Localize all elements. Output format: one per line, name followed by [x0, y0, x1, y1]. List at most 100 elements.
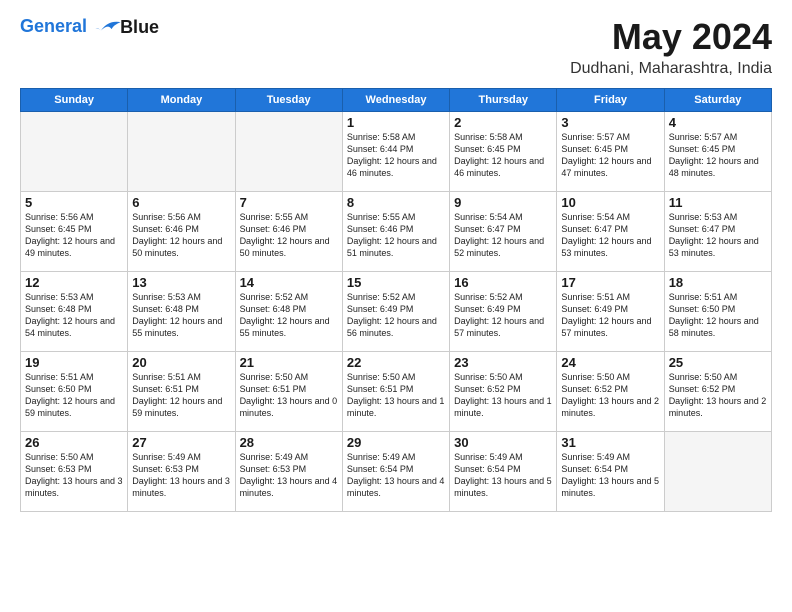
- daylight-text: Daylight: 12 hours and 51 minutes.: [347, 236, 437, 258]
- date-number: 10: [561, 195, 659, 210]
- date-number: 17: [561, 275, 659, 290]
- cell-info: Sunrise: 5:55 AMSunset: 6:46 PMDaylight:…: [347, 211, 445, 260]
- calendar-cell: 30Sunrise: 5:49 AMSunset: 6:54 PMDayligh…: [450, 432, 557, 512]
- daylight-text: Daylight: 12 hours and 56 minutes.: [347, 316, 437, 338]
- calendar-cell: [664, 432, 771, 512]
- sunset-text: Sunset: 6:52 PM: [561, 384, 628, 394]
- cell-info: Sunrise: 5:56 AMSunset: 6:46 PMDaylight:…: [132, 211, 230, 260]
- sunrise-text: Sunrise: 5:52 AM: [454, 292, 523, 302]
- sunrise-text: Sunrise: 5:49 AM: [561, 452, 630, 462]
- daylight-text: Daylight: 13 hours and 2 minutes.: [669, 396, 767, 418]
- daylight-text: Daylight: 13 hours and 3 minutes.: [25, 476, 123, 498]
- sunrise-text: Sunrise: 5:49 AM: [347, 452, 416, 462]
- sunset-text: Sunset: 6:46 PM: [347, 224, 414, 234]
- sunrise-text: Sunrise: 5:51 AM: [25, 372, 94, 382]
- cell-info: Sunrise: 5:57 AM Sunset: 6:45 PM Daylight:…: [561, 131, 659, 180]
- calendar-cell: 1Sunrise: 5:58 AMSunset: 6:44 PMDaylight…: [342, 112, 449, 192]
- date-number: 8: [347, 195, 445, 210]
- sunrise-text: Sunrise: 5:56 AM: [132, 212, 201, 222]
- cell-info: Sunrise: 5:54 AMSunset: 6:47 PMDaylight:…: [454, 211, 552, 260]
- date-number: 12: [25, 275, 123, 290]
- calendar-cell: 22Sunrise: 5:50 AMSunset: 6:51 PMDayligh…: [342, 352, 449, 432]
- calendar-cell: 26Sunrise: 5:50 AMSunset: 6:53 PMDayligh…: [21, 432, 128, 512]
- daylight-text: Daylight: 12 hours and 50 minutes.: [132, 236, 222, 258]
- calendar-cell: 17 Sunrise: 5:51 AM Sunset: 6:49 PM Dayligh…: [557, 272, 664, 352]
- calendar-cell: 4Sunrise: 5:57 AMSunset: 6:45 PMDaylight…: [664, 112, 771, 192]
- daylight-text: Daylight: 12 hours and 57 minutes.: [454, 316, 544, 338]
- date-number: 7: [240, 195, 338, 210]
- calendar-body: 1Sunrise: 5:58 AMSunset: 6:44 PMDaylight…: [21, 112, 772, 512]
- sunrise-text: Sunrise: 5:56 AM: [25, 212, 94, 222]
- sunset-text: Sunset: 6:54 PM: [561, 464, 628, 474]
- cell-info: Sunrise: 5:55 AMSunset: 6:46 PMDaylight:…: [240, 211, 338, 260]
- date-number: 18: [669, 275, 767, 290]
- date-number: 23: [454, 355, 552, 370]
- calendar-table: SundayMondayTuesdayWednesdayThursdayFrid…: [20, 88, 772, 512]
- sunrise-text: Sunrise: 5:55 AM: [240, 212, 309, 222]
- date-number: 28: [240, 435, 338, 450]
- daylight-text: Daylight: 12 hours and 59 minutes.: [25, 396, 115, 418]
- cell-info: Sunrise: 5:52 AMSunset: 6:49 PMDaylight:…: [347, 291, 445, 340]
- cell-info: Sunrise: 5:50 AMSunset: 6:53 PMDaylight:…: [25, 451, 123, 500]
- calendar-page: General Blue May 2024 Dudhani, Maharasht…: [0, 0, 792, 612]
- cell-info: Sunrise: 5:50 AMSunset: 6:52 PMDaylight:…: [454, 371, 552, 420]
- daylight-text: Daylight: 12 hours and 48 minutes.: [669, 156, 759, 178]
- daylight-text: Daylight: 13 hours and 1 minute.: [347, 396, 445, 418]
- sunrise-text: Sunrise: 5:57 AM: [561, 132, 630, 142]
- sunrise-text: Sunrise: 5:52 AM: [347, 292, 416, 302]
- date-number: 15: [347, 275, 445, 290]
- daylight-text: Daylight: 12 hours and 46 minutes.: [347, 156, 437, 178]
- calendar-cell: 27Sunrise: 5:49 AMSunset: 6:53 PMDayligh…: [128, 432, 235, 512]
- day-header-monday: Monday: [128, 89, 235, 112]
- sunset-text: Sunset: 6:49 PM: [454, 304, 521, 314]
- date-number: 5: [25, 195, 123, 210]
- sunrise-text: Sunrise: 5:53 AM: [669, 212, 738, 222]
- sunset-text: Sunset: 6:48 PM: [132, 304, 199, 314]
- sunrise-text: Sunrise: 5:51 AM: [561, 292, 630, 302]
- calendar-cell: 15Sunrise: 5:52 AMSunset: 6:49 PMDayligh…: [342, 272, 449, 352]
- week-row-2: 5Sunrise: 5:56 AMSunset: 6:45 PMDaylight…: [21, 192, 772, 272]
- sunset-text: Sunset: 6:49 PM: [561, 304, 628, 314]
- daylight-text: Daylight: 13 hours and 5 minutes.: [454, 476, 552, 498]
- main-title: May 2024: [570, 16, 772, 58]
- logo-bird-icon: [94, 16, 122, 38]
- sunset-text: Sunset: 6:51 PM: [132, 384, 199, 394]
- calendar-cell: 6Sunrise: 5:56 AMSunset: 6:46 PMDaylight…: [128, 192, 235, 272]
- calendar-cell: 2Sunrise: 5:58 AMSunset: 6:45 PMDaylight…: [450, 112, 557, 192]
- sunrise-text: Sunrise: 5:49 AM: [454, 452, 523, 462]
- sunrise-text: Sunrise: 5:51 AM: [669, 292, 738, 302]
- cell-info: Sunrise: 5:50 AMSunset: 6:51 PMDaylight:…: [347, 371, 445, 420]
- sunset-text: Sunset: 6:52 PM: [669, 384, 736, 394]
- sunrise-text: Sunrise: 5:50 AM: [347, 372, 416, 382]
- date-number: 6: [132, 195, 230, 210]
- calendar-cell: 3Sunrise: 5:57 AMSunset: 6:45 PMDaylight…: [557, 112, 664, 192]
- daylight-text: Daylight: 12 hours and 47 minutes.: [561, 156, 651, 178]
- cell-info: Sunrise: 5:50 AMSunset: 6:52 PMDaylight:…: [561, 371, 659, 420]
- sunset-text: Sunset: 6:53 PM: [240, 464, 307, 474]
- calendar-cell: 5Sunrise: 5:56 AMSunset: 6:45 PMDaylight…: [21, 192, 128, 272]
- cell-info: Sunrise: 5:53 AMSunset: 6:48 PMDaylight:…: [132, 291, 230, 340]
- daylight-text: Daylight: 12 hours and 49 minutes.: [25, 236, 115, 258]
- sunset-text: Sunset: 6:54 PM: [347, 464, 414, 474]
- date-number: 11: [669, 195, 767, 210]
- day-header-thursday: Thursday: [450, 89, 557, 112]
- calendar-cell: 12Sunrise: 5:53 AMSunset: 6:48 PMDayligh…: [21, 272, 128, 352]
- sunrise-text: Sunrise: 5:58 AM: [347, 132, 416, 142]
- sunset-text: Sunset: 6:51 PM: [240, 384, 307, 394]
- sunset-text: Sunset: 6:52 PM: [454, 384, 521, 394]
- daylight-text: Daylight: 12 hours and 57 minutes.: [561, 316, 651, 338]
- date-number: 26: [25, 435, 123, 450]
- daylight-text: Daylight: 12 hours and 46 minutes.: [454, 156, 544, 178]
- daylight-text: Daylight: 12 hours and 53 minutes.: [669, 236, 759, 258]
- calendar-cell: 14Sunrise: 5:52 AMSunset: 6:48 PMDayligh…: [235, 272, 342, 352]
- sunset-text: Sunset: 6:45 PM: [669, 144, 736, 154]
- sunrise-text: Sunrise: 5:50 AM: [454, 372, 523, 382]
- sunset-text: Sunset: 6:45 PM: [561, 144, 628, 154]
- daylight-text: Daylight: 12 hours and 55 minutes.: [240, 316, 330, 338]
- sunrise-text: Sunrise: 5:50 AM: [25, 452, 94, 462]
- sunrise-text: Sunrise: 5:54 AM: [561, 212, 630, 222]
- week-row-4: 19Sunrise: 5:51 AMSunset: 6:50 PMDayligh…: [21, 352, 772, 432]
- date-number: 27: [132, 435, 230, 450]
- calendar-cell: 11Sunrise: 5:53 AMSunset: 6:47 PMDayligh…: [664, 192, 771, 272]
- sunrise-text: Sunrise: 5:57 AM: [669, 132, 738, 142]
